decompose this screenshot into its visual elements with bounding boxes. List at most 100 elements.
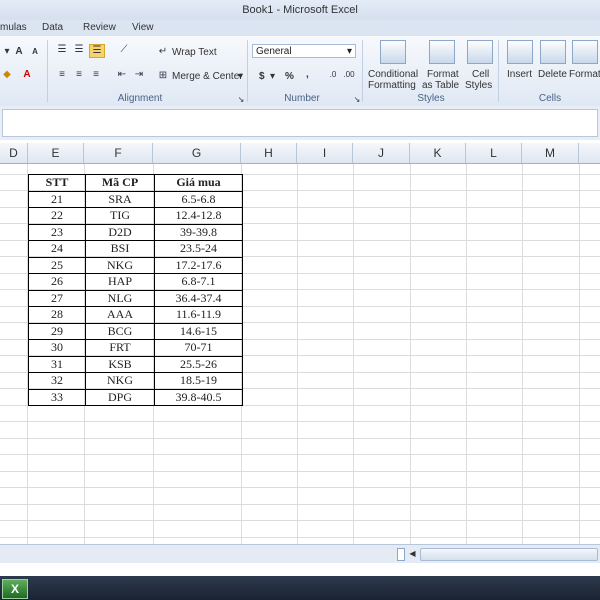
cell[interactable]: 70-71 — [154, 339, 243, 357]
cell[interactable]: HAP — [85, 273, 155, 291]
alignment-launcher-icon[interactable]: ↘ — [234, 94, 248, 106]
column-header[interactable]: M — [522, 143, 579, 163]
cell[interactable]: 22 — [28, 207, 86, 225]
table-row: 30 FRT 70-71 — [28, 339, 243, 357]
merge-center-button[interactable]: Merge & Center — [172, 71, 243, 82]
cell[interactable]: 27 — [28, 289, 86, 307]
conditional-formatting-label-2[interactable]: Formatting — [368, 80, 416, 91]
number-format-dropdown[interactable]: General ▾ — [252, 44, 356, 58]
header-ma-cp[interactable]: Mã CP — [85, 174, 155, 192]
align-bottom-icon[interactable]: ☰ — [89, 44, 105, 58]
cell[interactable]: 6.5-6.8 — [154, 190, 243, 208]
decrease-font-icon[interactable]: A — [28, 46, 42, 58]
cell[interactable]: 24 — [28, 240, 86, 258]
cell[interactable]: D2D — [85, 223, 155, 241]
cell[interactable]: 25.5-26 — [154, 355, 243, 373]
cell[interactable]: 28 — [28, 306, 86, 324]
scroll-left-icon[interactable]: ◀ — [407, 548, 418, 559]
column-header[interactable]: L — [466, 143, 522, 163]
cell[interactable]: DPG — [85, 388, 155, 406]
align-left-icon[interactable]: ≡ — [55, 69, 69, 81]
cell[interactable]: 11.6-11.9 — [154, 306, 243, 324]
cell[interactable]: SRA — [85, 190, 155, 208]
taskbar: X — [0, 576, 600, 600]
format-button[interactable]: Format — [569, 69, 600, 80]
percent-button[interactable]: % — [285, 71, 294, 82]
cell[interactable]: 39-39.8 — [154, 223, 243, 241]
cell[interactable]: 39.8-40.5 — [154, 388, 243, 406]
cell[interactable]: BSI — [85, 240, 155, 258]
currency-button[interactable]: $ — [259, 71, 265, 82]
insert-button[interactable]: Insert — [507, 69, 532, 80]
column-header[interactable]: D — [0, 143, 28, 163]
cell[interactable]: FRT — [85, 339, 155, 357]
horizontal-scrollbar-thumb[interactable] — [420, 548, 598, 561]
column-header[interactable]: E — [28, 143, 84, 163]
cell[interactable]: KSB — [85, 355, 155, 373]
group-label-styles: Styles — [417, 93, 445, 104]
cell-styles-label-2[interactable]: Styles — [465, 80, 492, 91]
chevron-down-icon[interactable]: ▾ — [270, 71, 275, 82]
font-color-icon[interactable]: A — [20, 69, 34, 81]
tab-review[interactable]: Review — [83, 22, 116, 33]
header-stt[interactable]: STT — [28, 174, 86, 192]
column-header[interactable]: I — [297, 143, 353, 163]
increase-indent-icon[interactable]: ⇥ — [132, 69, 146, 81]
cell[interactable]: 18.5-19 — [154, 372, 243, 390]
cell[interactable]: 36.4-37.4 — [154, 289, 243, 307]
formula-bar[interactable] — [2, 109, 598, 137]
cell[interactable]: 26 — [28, 273, 86, 291]
group-label-number: Number — [284, 93, 320, 104]
cell[interactable]: AAA — [85, 306, 155, 324]
column-header[interactable]: G — [153, 143, 241, 163]
column-header[interactable]: K — [410, 143, 466, 163]
align-middle-icon[interactable]: ☰ — [72, 44, 86, 56]
split-handle-icon[interactable] — [397, 548, 405, 561]
increase-font-icon[interactable]: A — [12, 46, 26, 58]
cell[interactable]: NLG — [85, 289, 155, 307]
cell[interactable]: BCG — [85, 322, 155, 340]
decrease-indent-icon[interactable]: ⇤ — [115, 69, 129, 81]
merge-dropdown-icon[interactable]: ▾ — [238, 71, 243, 82]
tab-data[interactable]: Data — [42, 22, 63, 33]
tab-view[interactable]: View — [132, 22, 154, 33]
cell[interactable]: 33 — [28, 388, 86, 406]
cell-styles-label-1[interactable]: Cell — [472, 69, 489, 80]
column-header[interactable]: F — [84, 143, 153, 163]
column-header[interactable]: H — [241, 143, 297, 163]
cell[interactable]: 30 — [28, 339, 86, 357]
align-center-icon[interactable]: ≡ — [72, 69, 86, 81]
header-gia-mua[interactable]: Giá mua — [154, 174, 243, 192]
cell[interactable]: 32 — [28, 372, 86, 390]
align-top-icon[interactable]: ☰ — [55, 44, 69, 56]
cell[interactable]: TIG — [85, 207, 155, 225]
format-as-table-label-1[interactable]: Format — [427, 69, 459, 80]
cell[interactable]: NKG — [85, 256, 155, 274]
align-right-icon[interactable]: ≡ — [89, 69, 103, 81]
increase-decimal-icon[interactable]: .0 — [326, 69, 340, 81]
worksheet-grid[interactable]: STT Mã CP Giá mua 21 SRA 6.5-6.8 22 TIG 12.4… — [0, 164, 600, 544]
comma-button[interactable]: , — [306, 69, 309, 80]
cell[interactable]: 21 — [28, 190, 86, 208]
cell[interactable]: 23.5-24 — [154, 240, 243, 258]
cell[interactable]: 25 — [28, 256, 86, 274]
tab-formulas[interactable]: mulas — [0, 22, 27, 33]
orientation-icon[interactable]: ⟋ — [117, 44, 131, 56]
delete-button[interactable]: Delete — [538, 69, 567, 80]
cell[interactable]: 12.4-12.8 — [154, 207, 243, 225]
excel-taskbar-icon[interactable]: X — [2, 579, 28, 599]
conditional-formatting-label-1[interactable]: Conditional — [368, 69, 418, 80]
cell[interactable]: 31 — [28, 355, 86, 373]
cell[interactable]: 23 — [28, 223, 86, 241]
format-as-table-icon — [429, 40, 455, 64]
column-header[interactable]: J — [353, 143, 410, 163]
fill-color-icon[interactable]: ◆ — [0, 69, 14, 81]
cell[interactable]: NKG — [85, 372, 155, 390]
cell[interactable]: 17.2-17.6 — [154, 256, 243, 274]
cell[interactable]: 29 — [28, 322, 86, 340]
cell[interactable]: 6.8-7.1 — [154, 273, 243, 291]
decrease-decimal-icon[interactable]: .00 — [342, 69, 356, 81]
cell[interactable]: 14.6-15 — [154, 322, 243, 340]
wrap-text-button[interactable]: Wrap Text — [172, 47, 217, 58]
format-as-table-label-2[interactable]: as Table — [422, 80, 459, 91]
